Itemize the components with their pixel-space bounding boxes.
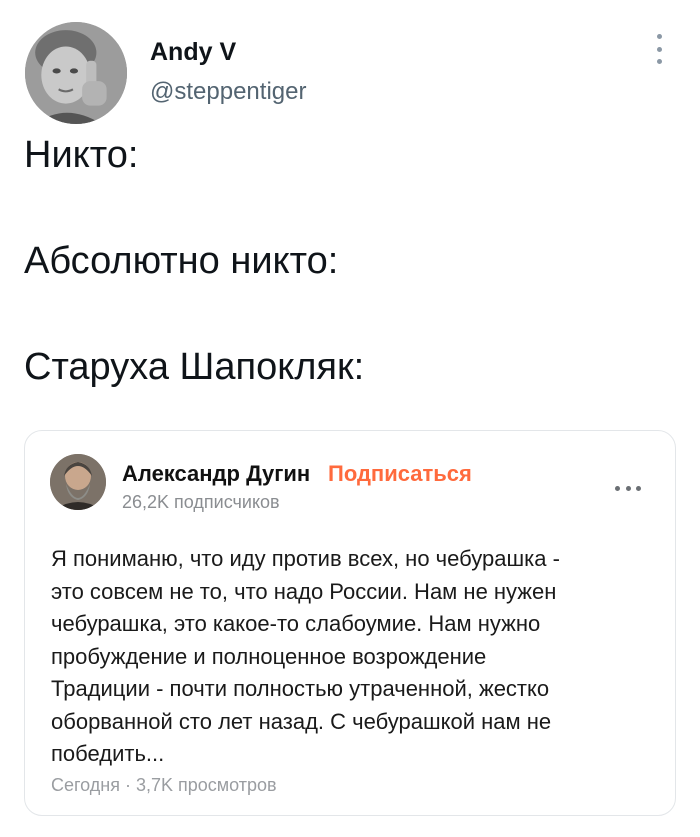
dot [625,485,631,491]
post-text-line: чебурашка, это какое-то слабоумие. Нам н… [51,611,541,636]
dot [615,485,620,491]
embedded-author-name[interactable]: Александр Дугин [122,461,310,487]
post-meta: Сегодня · 3,7K просмотров [51,775,277,795]
post-text-line: победить... [51,741,165,766]
tweet: Andy V @steppentiger Никто: Абсолютно ни… [0,0,700,837]
more-vertical-icon[interactable] [652,34,666,64]
post-text-line: оборванной сто лет назад. С чебурашкой н… [51,708,552,734]
embedded-post-text: Я пониманю, что иду против всех, но чебу… [51,543,661,771]
tweet-text-line: Никто: [24,134,139,176]
more-horizontal-icon[interactable] [615,485,641,491]
post-text-line: пробуждение и полноценное возрождение [51,643,487,669]
tweet-text-line: Абсолютно никто: [24,240,339,282]
author-handle[interactable]: @steppentiger [150,78,306,106]
embedded-avatar-photo [50,454,106,510]
post-text-line: это совсем не то, что надо России. Нам н… [51,578,557,604]
author-name[interactable]: Andy V [150,38,236,67]
embedded-post-card[interactable]: Александр Дугин Подписаться 26,2K подпис… [24,430,676,816]
subscribe-button[interactable]: Подписаться [328,461,472,487]
dot [656,34,662,39]
embedded-author-avatar[interactable] [50,454,106,510]
dot [636,485,641,491]
followers-count: 26,2K подписчиков [122,492,280,512]
avatar-photo [25,22,127,124]
post-text-line: Я пониманю, что иду против всех, но чебу… [51,546,560,571]
post-text-line: Традиции - почти полностью утраченной, ж… [51,676,550,701]
dot [656,59,662,64]
dot [656,46,662,52]
tweet-text-line: Старуха Шапокляк: [24,346,365,388]
author-avatar[interactable] [25,22,127,124]
